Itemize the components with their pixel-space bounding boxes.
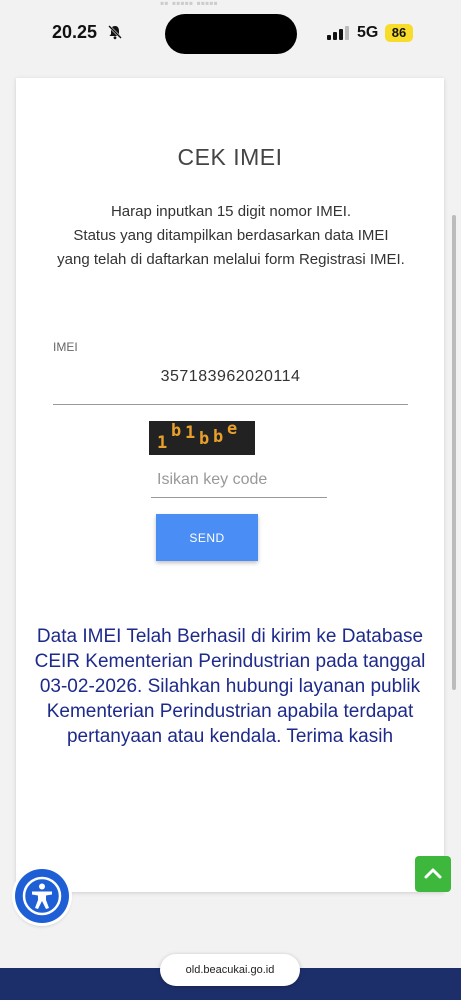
captcha-image: 1 b 1 b b e (149, 421, 255, 455)
network-type: 5G (357, 24, 379, 41)
scrollbar[interactable] (452, 215, 456, 690)
dynamic-island (165, 14, 297, 54)
accessibility-button[interactable] (15, 869, 69, 923)
bell-muted-icon (108, 25, 122, 40)
cek-imei-card: CEK IMEI Harap inputkan 15 digit nomor I… (16, 78, 444, 892)
instructions-text: Harap inputkan 15 digit nomor IMEI. Stat… (57, 203, 405, 268)
imei-input-underline (53, 404, 408, 405)
captcha-char: e (227, 421, 238, 439)
battery-indicator: 86 (385, 24, 413, 42)
signal-icon (327, 26, 349, 40)
captcha-char: b (171, 421, 182, 441)
result-message: Data IMEI Telah Berhasil di kirim ke Dat… (34, 626, 426, 747)
address-bar[interactable]: old.beacukai.go.id (160, 954, 300, 986)
send-button[interactable]: SEND (156, 514, 258, 561)
captcha-char: 1 (185, 423, 196, 443)
ghost-header: ▪▪ ▪▪▪▪▪ ▪▪▪▪▪ (160, 0, 218, 10)
key-code-input[interactable] (151, 462, 327, 498)
back-to-top-button[interactable] (415, 856, 451, 892)
status-bar: ▪▪ ▪▪▪▪▪ ▪▪▪▪▪ 20.25 5G 86 (0, 0, 461, 70)
page-title: CEK IMEI (177, 144, 283, 170)
status-time: 20.25 (52, 22, 98, 42)
captcha-char: b (213, 427, 224, 447)
captcha-char: 1 (157, 433, 168, 453)
accessibility-icon (22, 876, 62, 916)
captcha-char: b (199, 429, 210, 449)
imei-label: IMEI (53, 340, 78, 354)
imei-input[interactable]: 357183962020114 (53, 368, 408, 386)
chevron-up-icon (424, 868, 442, 879)
